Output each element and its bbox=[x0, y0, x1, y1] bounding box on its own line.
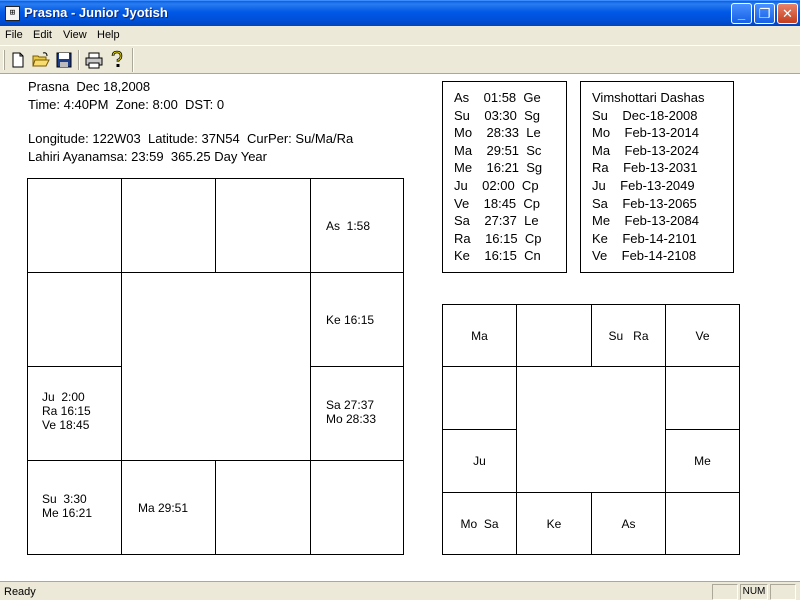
toolbar-grip[interactable] bbox=[3, 50, 5, 70]
open-folder-icon[interactable] bbox=[31, 50, 51, 70]
house-planets: Ma 29:51 bbox=[138, 501, 189, 515]
menu-bar: File Edit View Help bbox=[0, 26, 800, 45]
coordinates-line: Longitude: 122W03 Latitude: 37N54 CurPer… bbox=[28, 131, 354, 146]
app-icon[interactable]: ⊞ bbox=[5, 6, 20, 21]
status-text: Ready bbox=[4, 586, 36, 598]
dasha-row: Sa Feb-13-2065 bbox=[592, 195, 697, 211]
rasi-house[interactable] bbox=[310, 460, 404, 555]
house-planets: Ju 2:00 Ra 16:15 Ve 18:45 bbox=[42, 390, 91, 432]
ayanamsa-line: Lahiri Ayanamsa: 23:59 365.25 Day Year bbox=[28, 149, 267, 164]
rasi-house[interactable]: Ma 29:51 bbox=[121, 460, 216, 555]
planet-position-row: Su 03:30 Sg bbox=[454, 107, 541, 123]
dasha-row: Su Dec-18-2008 bbox=[592, 107, 698, 123]
toolbar bbox=[0, 45, 800, 74]
planet-position-row: Mo 28:33 Le bbox=[454, 125, 541, 141]
rasi-house[interactable] bbox=[215, 178, 311, 273]
menu-edit[interactable]: Edit bbox=[33, 29, 52, 41]
navamsa-house[interactable]: As bbox=[591, 492, 666, 555]
dasha-row: Mo Feb-13-2014 bbox=[592, 125, 699, 141]
rasi-house[interactable]: Ke 16:15 bbox=[310, 272, 404, 367]
house-planets: Ve bbox=[695, 329, 710, 343]
navamsa-house[interactable]: Su Ra bbox=[591, 304, 666, 367]
toolbar-separator bbox=[132, 48, 134, 72]
minimize-button[interactable]: _ bbox=[731, 3, 752, 24]
rasi-house[interactable] bbox=[121, 178, 216, 273]
window-title: Prasna - Junior Jyotish bbox=[24, 5, 168, 20]
navamsa-house[interactable]: Me bbox=[665, 429, 740, 493]
planet-position-row: Ju 02:00 Cp bbox=[454, 178, 539, 193]
planet-position-row: Me 16:21 Sg bbox=[454, 160, 543, 176]
dasha-row: Ma Feb-13-2024 bbox=[592, 142, 699, 158]
menu-file[interactable]: File bbox=[5, 29, 23, 41]
navamsa-house[interactable] bbox=[516, 304, 592, 367]
house-planets: Ke bbox=[546, 517, 562, 531]
dasha-row: Ke Feb-14-2101 bbox=[592, 230, 697, 246]
rasi-chart-center bbox=[121, 272, 311, 461]
house-planets: Ke 16:15 bbox=[326, 313, 375, 327]
rasi-house[interactable] bbox=[27, 272, 122, 367]
application-window: ⊞ Prasna - Junior Jyotish _ ❐ ✕ File Edi… bbox=[0, 0, 800, 600]
status-bar: Ready NUM bbox=[0, 581, 800, 600]
dasha-row: Ve Feb-14-2108 bbox=[592, 248, 697, 264]
planet-position-row: Sa 27:37 Le bbox=[454, 213, 539, 229]
client-area: Prasna Dec 18,2008 Time: 4:40PM Zone: 8:… bbox=[0, 75, 800, 581]
dasha-row: Ju Feb-13-2049 bbox=[592, 177, 695, 193]
navamsa-house[interactable]: Ju bbox=[442, 429, 517, 493]
menu-view[interactable]: View bbox=[63, 29, 87, 41]
house-planets: Su 3:30 Me 16:21 bbox=[42, 492, 93, 520]
close-button[interactable]: ✕ bbox=[777, 3, 798, 24]
house-planets: Ju bbox=[473, 454, 486, 468]
navamsa-house[interactable]: Ke bbox=[516, 492, 592, 555]
planet-position-row: Ke 16:15 Cn bbox=[454, 248, 541, 264]
menu-help[interactable]: Help bbox=[97, 29, 120, 41]
planet-position-row: As 01:58 Ge bbox=[454, 90, 541, 105]
rasi-house[interactable]: Ju 2:00 Ra 16:15 Ve 18:45 bbox=[27, 366, 122, 461]
status-pane-num: NUM bbox=[740, 584, 768, 600]
chart-header: Prasna Dec 18,2008 bbox=[28, 79, 151, 94]
print-icon[interactable] bbox=[84, 50, 104, 70]
dasha-row: Me Feb-13-2084 bbox=[592, 213, 699, 229]
rasi-house[interactable] bbox=[215, 460, 311, 555]
time-zone-line: Time: 4:40PM Zone: 8:00 DST: 0 bbox=[28, 97, 225, 112]
dashas-title: Vimshottari Dashas bbox=[592, 90, 705, 105]
navamsa-house[interactable]: Ve bbox=[665, 304, 740, 367]
house-planets: Me bbox=[694, 454, 711, 468]
save-icon[interactable] bbox=[54, 50, 74, 70]
planet-positions-table: As 01:58 Ge Su 03:30 Sg Mo 28:33 Le Ma 29:5… bbox=[442, 81, 567, 273]
maximize-button[interactable]: ❐ bbox=[754, 3, 775, 24]
house-planets: Sa 27:37 Mo 28:33 bbox=[326, 398, 377, 426]
navamsa-house[interactable]: Ma bbox=[442, 304, 517, 367]
status-pane-caps bbox=[712, 584, 738, 600]
navamsa-house[interactable]: Mo Sa bbox=[442, 492, 517, 555]
help-icon[interactable] bbox=[107, 50, 127, 70]
rasi-house[interactable] bbox=[27, 178, 122, 273]
navamsa-house[interactable] bbox=[665, 492, 740, 555]
rasi-house[interactable]: Su 3:30 Me 16:21 bbox=[27, 460, 122, 555]
house-planets: Su Ra bbox=[608, 329, 649, 343]
planet-position-row: Ra 16:15 Cp bbox=[454, 230, 542, 246]
navamsa-house[interactable] bbox=[665, 366, 740, 430]
dashas-table: Vimshottari Dashas Su Dec-18-2008 Mo Feb-… bbox=[580, 81, 734, 273]
toolbar-separator bbox=[78, 50, 80, 70]
navamsa-house[interactable] bbox=[442, 366, 517, 430]
rasi-house[interactable]: As 1:58 bbox=[310, 178, 404, 273]
title-bar[interactable]: ⊞ Prasna - Junior Jyotish _ ❐ ✕ bbox=[0, 0, 800, 26]
house-planets: As bbox=[621, 517, 636, 531]
planet-position-row: Ma 29:51 Sc bbox=[454, 142, 542, 158]
navamsa-chart-center bbox=[516, 366, 666, 493]
house-planets: Ma bbox=[471, 329, 488, 343]
planet-position-row: Ve 18:45 Cp bbox=[454, 195, 541, 211]
rasi-house[interactable]: Sa 27:37 Mo 28:33 bbox=[310, 366, 404, 461]
new-file-icon[interactable] bbox=[8, 50, 28, 70]
house-planets: As 1:58 bbox=[326, 219, 371, 233]
dasha-row: Ra Feb-13-2031 bbox=[592, 160, 698, 176]
status-pane-scroll bbox=[770, 584, 796, 600]
house-planets: Mo Sa bbox=[460, 517, 499, 531]
